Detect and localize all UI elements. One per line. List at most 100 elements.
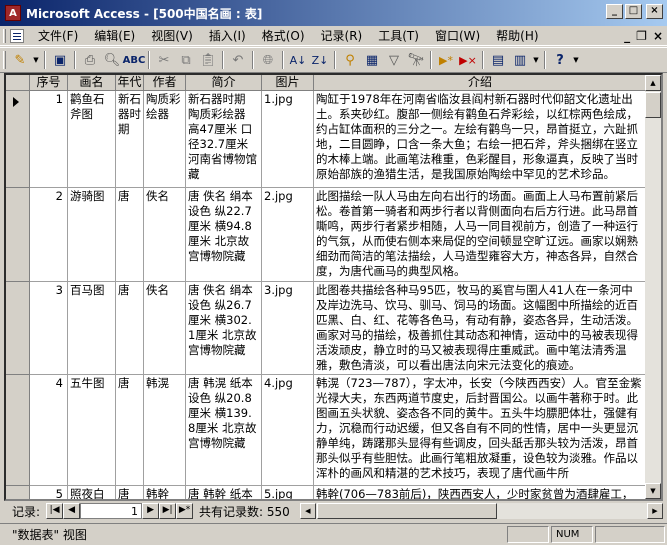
cell-image[interactable]: 4.jpg bbox=[262, 375, 314, 486]
hyperlink-icon[interactable]: 🌐︎ bbox=[257, 49, 279, 71]
cell-summary[interactable]: 新石器时期 陶质彩绘器 高47厘米 口径32.7厘米 河南省博物馆藏 bbox=[186, 91, 262, 188]
cell-summary[interactable]: 唐 韩滉 纸本设色 纵20.8厘米 横139.8厘米 北京故宫博物院藏 bbox=[186, 375, 262, 486]
menu-records[interactable]: 记录(R) bbox=[313, 27, 371, 44]
cell-id[interactable]: 4 bbox=[30, 375, 68, 486]
sort-ascending-icon[interactable]: A↓ bbox=[287, 49, 309, 71]
last-record-button[interactable]: ▶| bbox=[159, 503, 177, 519]
current-record-input[interactable] bbox=[80, 503, 143, 519]
cell-name[interactable]: 照夜白图 bbox=[68, 486, 116, 499]
cell-id[interactable]: 5 bbox=[30, 486, 68, 499]
record-selector[interactable] bbox=[6, 91, 30, 188]
cell-summary[interactable]: 唐 佚名 绢本设色 纵26.7厘米 横302.1厘米 北京故宫博物院藏 bbox=[186, 282, 262, 375]
cell-id[interactable]: 2 bbox=[30, 188, 68, 282]
cell-id[interactable]: 3 bbox=[30, 282, 68, 375]
new-record-icon[interactable]: ▶* bbox=[435, 49, 457, 71]
previous-record-button[interactable]: ◀ bbox=[63, 503, 81, 519]
scroll-down-button[interactable]: ▼ bbox=[645, 483, 661, 499]
menu-tools[interactable]: 工具(T) bbox=[370, 27, 427, 44]
column-header[interactable]: 年代 bbox=[116, 75, 144, 91]
cell-intro[interactable]: 韩幹(706—783前后)，陕西西安人，少时家贫曾为酒肆雇工， bbox=[314, 486, 647, 499]
cell-intro[interactable]: 韩滉（723—787），字太冲，长安（今陕西西安）人。官至金紫光禄大夫，东西两道… bbox=[314, 375, 647, 486]
cell-era[interactable]: 唐 bbox=[116, 188, 144, 282]
paste-icon[interactable]: 📋︎ bbox=[197, 49, 219, 71]
cell-author[interactable]: 佚名 bbox=[144, 188, 186, 282]
toolbar-grip[interactable] bbox=[3, 51, 6, 69]
menu-edit[interactable]: 编辑(E) bbox=[86, 27, 143, 44]
save-icon[interactable]: ▣ bbox=[49, 49, 71, 71]
cell-image[interactable]: 3.jpg bbox=[262, 282, 314, 375]
cell-summary[interactable]: 唐 韩幹 纸本 bbox=[186, 486, 262, 499]
copy-icon[interactable]: ⧉ bbox=[175, 49, 197, 71]
cell-name[interactable]: 五牛图 bbox=[68, 375, 116, 486]
column-header[interactable]: 图片 bbox=[262, 75, 314, 91]
cell-summary[interactable]: 唐 佚名 绢本设色 纵22.7厘米 横94.8厘米 北京故宫博物院藏 bbox=[186, 188, 262, 282]
new-record-button[interactable]: ▶* bbox=[176, 503, 194, 519]
sort-descending-icon[interactable]: Z↓ bbox=[309, 49, 331, 71]
column-header[interactable]: 介绍 bbox=[314, 75, 647, 91]
record-selector[interactable] bbox=[6, 375, 30, 486]
next-record-button[interactable]: ▶ bbox=[142, 503, 160, 519]
new-object-icon[interactable]: ▥ bbox=[509, 49, 531, 71]
menu-grip[interactable] bbox=[3, 28, 6, 43]
apply-filter-icon[interactable]: ▽ bbox=[383, 49, 405, 71]
cell-name[interactable]: 百马图 bbox=[68, 282, 116, 375]
menu-file[interactable]: 文件(F) bbox=[30, 27, 86, 44]
record-selector[interactable] bbox=[6, 282, 30, 375]
select-all-corner[interactable] bbox=[6, 75, 30, 91]
mdi-minimize-button[interactable]: _ bbox=[624, 29, 630, 43]
filter-by-form-icon[interactable]: ▦ bbox=[361, 49, 383, 71]
column-header[interactable]: 画名 bbox=[68, 75, 116, 91]
scroll-thumb[interactable] bbox=[645, 92, 661, 118]
record-selector[interactable] bbox=[6, 188, 30, 282]
cell-author[interactable]: 韩滉 bbox=[144, 375, 186, 486]
first-record-button[interactable]: |◀ bbox=[46, 503, 64, 519]
maximize-button[interactable]: □ bbox=[625, 4, 642, 19]
cell-era[interactable]: 新石器时期 bbox=[116, 91, 144, 188]
chevron-down-icon[interactable]: ▼ bbox=[31, 49, 41, 71]
chevron-down-icon[interactable]: ▼ bbox=[571, 49, 581, 71]
cell-author[interactable]: 佚名 bbox=[144, 282, 186, 375]
cell-id[interactable]: 1 bbox=[30, 91, 68, 188]
cell-image[interactable]: 1.jpg bbox=[262, 91, 314, 188]
cell-image[interactable]: 2.jpg bbox=[262, 188, 314, 282]
menu-view[interactable]: 视图(V) bbox=[143, 27, 201, 44]
mdi-restore-button[interactable]: ❐ bbox=[636, 29, 647, 43]
undo-icon[interactable]: ↶ bbox=[227, 49, 249, 71]
scroll-right-button[interactable]: ▶ bbox=[647, 503, 663, 519]
cell-intro[interactable]: 此图卷共描绘各种马95匹，牧马的奚官与圉人41人在一条河中及岸边洗马、饮马、驯马… bbox=[314, 282, 647, 375]
column-header[interactable]: 序号 bbox=[30, 75, 68, 91]
title-bar[interactable]: A Microsoft Access - [500中国名画 : 表] _ □ × bbox=[0, 0, 667, 26]
scroll-left-button[interactable]: ◀ bbox=[299, 503, 316, 519]
horizontal-scroll-thumb[interactable] bbox=[316, 503, 497, 519]
cell-intro[interactable]: 陶缸于1978年在河南省临汝县阎村新石器时代仰韶文化遗址出土。系夹砂红。腹部一侧… bbox=[314, 91, 647, 188]
delete-record-icon[interactable]: ▶× bbox=[457, 49, 479, 71]
close-button[interactable]: × bbox=[646, 4, 663, 19]
datasheet[interactable]: 序号 画名 年代 作者 简介 图片 介绍 1 鹳鱼石斧图 新石器时期 陶质彩绘器 新石器时期 陶质彩绘… bbox=[4, 73, 663, 501]
scroll-up-button[interactable]: ▲ bbox=[645, 75, 661, 91]
design-view-icon[interactable]: ✎ bbox=[9, 49, 31, 71]
cell-name[interactable]: 游骑图 bbox=[68, 188, 116, 282]
cell-era[interactable]: 唐 bbox=[116, 375, 144, 486]
cell-author[interactable]: 陶质彩绘器 bbox=[144, 91, 186, 188]
print-icon[interactable]: ⎙ bbox=[79, 49, 101, 71]
cell-author[interactable]: 韩幹 bbox=[144, 486, 186, 499]
filter-by-selection-icon[interactable]: ⚲ bbox=[339, 49, 361, 71]
find-icon[interactable]: 🔭︎ bbox=[405, 49, 427, 71]
menu-window[interactable]: 窗口(W) bbox=[427, 27, 488, 44]
menu-help[interactable]: 帮助(H) bbox=[488, 27, 546, 44]
database-window-icon[interactable]: ▤ bbox=[487, 49, 509, 71]
cell-era[interactable]: 唐 bbox=[116, 282, 144, 375]
print-preview-icon[interactable]: 🔍︎ bbox=[101, 49, 123, 71]
cell-image[interactable]: 5.jpg bbox=[262, 486, 314, 499]
cell-intro[interactable]: 此图描绘一队人马由左向右出行的场面。画面上人马布置前紧后松。卷首第一骑者和两步行… bbox=[314, 188, 647, 282]
menu-insert[interactable]: 插入(I) bbox=[201, 27, 254, 44]
cut-icon[interactable]: ✂ bbox=[153, 49, 175, 71]
horizontal-scrollbar[interactable]: ◀ ▶ bbox=[299, 503, 663, 519]
vertical-scrollbar[interactable]: ▲ ▼ bbox=[645, 75, 661, 499]
cell-name[interactable]: 鹳鱼石斧图 bbox=[68, 91, 116, 188]
cell-era[interactable]: 唐 bbox=[116, 486, 144, 499]
menu-format[interactable]: 格式(O) bbox=[254, 27, 313, 44]
column-header[interactable]: 作者 bbox=[144, 75, 186, 91]
access-app-icon[interactable]: A bbox=[5, 5, 21, 21]
chevron-down-icon[interactable]: ▼ bbox=[531, 49, 541, 71]
